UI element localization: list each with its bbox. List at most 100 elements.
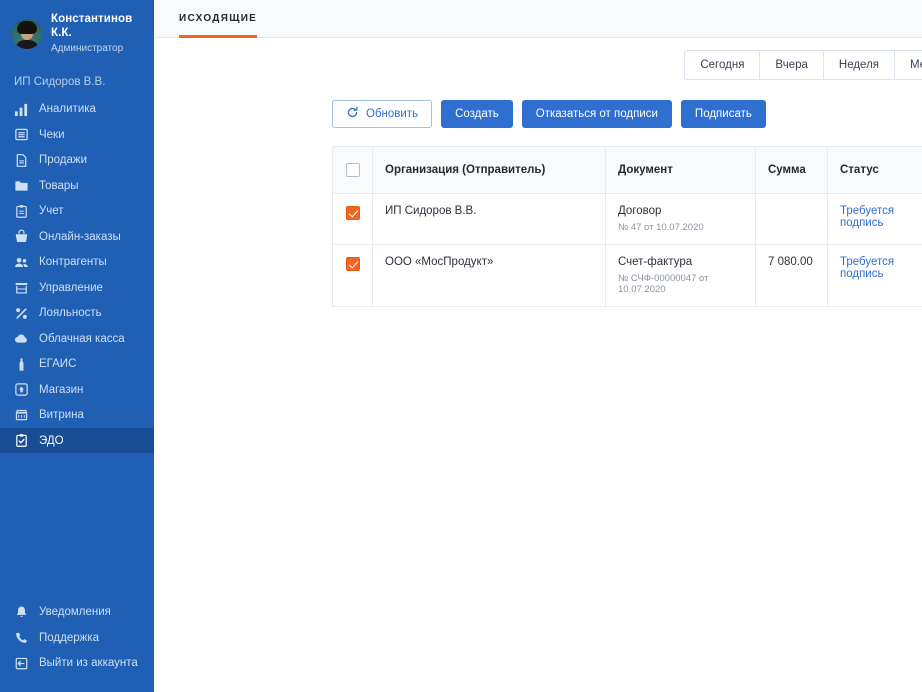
users-icon	[14, 255, 29, 270]
sidebar-nav: Аналитика Чеки Продажи Товары Учет Онлай	[0, 96, 154, 454]
column-header-status[interactable]: Статус	[827, 146, 922, 194]
store-icon	[14, 280, 29, 295]
topbar: ИСХОДЯЩИЕ КЭП	[154, 0, 922, 38]
action-button-bar: Обновить Создать Отказаться от подписи П…	[154, 80, 922, 128]
sidebar-item-management[interactable]: Управление	[0, 275, 154, 301]
sidebar-item-label: Выйти из аккаунта	[39, 657, 138, 670]
clipboard-icon	[14, 204, 29, 219]
app-root: Константинов К.К. Администратор ИП Сидор…	[0, 0, 922, 692]
sidebar-item-analytics[interactable]: Аналитика	[0, 96, 154, 122]
sidebar-item-notifications[interactable]: Уведомления	[0, 600, 154, 626]
row-select-cell	[332, 244, 373, 307]
table-header-row: Организация (Отправитель) Документ Сумма…	[332, 146, 922, 194]
table-body: ИП Сидоров В.В. Договор № 47 от 10.07.20…	[332, 193, 922, 307]
main-content: ИСХОДЯЩИЕ КЭП Сегодня Вчера Неделя Месяц…	[154, 0, 922, 692]
sidebar-item-label: ЭДО	[39, 434, 64, 447]
sidebar-item-label: Витрина	[39, 409, 84, 421]
table-row[interactable]: ИП Сидоров В.В. Договор № 47 от 10.07.20…	[332, 193, 922, 245]
sidebar-item-label: Онлайн-заказы	[39, 230, 121, 243]
sidebar-item-receipts[interactable]: Чеки	[0, 122, 154, 148]
period-filter-row: Сегодня Вчера Неделя Месяц Год	[154, 38, 922, 80]
period-filter-group: Сегодня Вчера Неделя Месяц Год	[684, 50, 922, 80]
basket-icon	[14, 229, 29, 244]
select-all-header	[332, 146, 373, 194]
refresh-button[interactable]: Обновить	[332, 100, 433, 128]
cell-document: Счет-фактура № СЧФ-00000047 от 10.07.202…	[605, 244, 756, 307]
create-button[interactable]: Создать	[441, 100, 513, 128]
cell-sum	[755, 193, 828, 245]
sidebar-item-label: Продажи	[39, 154, 88, 166]
documents-table-wrapper: Организация (Отправитель) Документ Сумма…	[154, 128, 922, 307]
edo-clipboard-icon	[14, 433, 29, 448]
sidebar-bottom-nav: Уведомления Поддержка Выйти из аккаунта	[0, 600, 154, 692]
sidebar-item-support[interactable]: Поддержка	[0, 625, 154, 651]
sidebar-item-edo[interactable]: ЭДО	[0, 427, 154, 454]
cell-organization: ООО «МосПродукт»	[372, 244, 606, 307]
cell-organization: ИП Сидоров В.В.	[372, 193, 606, 245]
sidebar-item-cloud-cashbox[interactable]: Облачная касса	[0, 326, 154, 352]
bottle-icon	[14, 357, 29, 372]
sidebar-item-label: Контрагенты	[39, 256, 107, 268]
sidebar-item-loyalty[interactable]: Лояльность	[0, 300, 154, 326]
period-week[interactable]: Неделя	[823, 51, 896, 79]
decline-signature-button[interactable]: Отказаться от подписи	[521, 100, 672, 128]
receipt-icon	[14, 127, 29, 142]
period-month[interactable]: Месяц	[895, 51, 922, 79]
sidebar-item-label: ЕГАИС	[39, 358, 77, 370]
showcase-icon	[14, 408, 29, 423]
sidebar-item-counterparties[interactable]: Контрагенты	[0, 249, 154, 275]
tab-bar: ИСХОДЯЩИЕ	[154, 0, 258, 38]
refresh-button-label: Обновить	[366, 108, 419, 120]
table-head: Организация (Отправитель) Документ Сумма…	[332, 146, 922, 194]
sidebar-item-label: Уведомления	[39, 606, 111, 619]
org-label: ИП Сидоров В.В.	[14, 76, 106, 89]
sidebar-item-egais[interactable]: ЕГАИС	[0, 351, 154, 377]
period-yesterday[interactable]: Вчера	[760, 51, 824, 79]
sidebar-item-sales[interactable]: Продажи	[0, 147, 154, 173]
documents-table: Организация (Отправитель) Документ Сумма…	[332, 146, 922, 307]
sidebar-item-label: Товары	[39, 179, 79, 192]
status-link[interactable]: Требуется подпись	[840, 256, 894, 280]
column-header-sum[interactable]: Сумма	[755, 146, 828, 194]
column-header-organization[interactable]: Организация (Отправитель)	[372, 146, 606, 194]
status-link[interactable]: Требуется подпись	[840, 205, 894, 229]
sidebar-item-online-orders[interactable]: Онлайн-заказы	[0, 224, 154, 250]
document-title: Договор	[618, 205, 662, 217]
shop-square-icon	[14, 382, 29, 397]
cell-sum: 7 080.00	[755, 244, 828, 307]
cell-status: Требуется подпись	[827, 244, 922, 307]
cell-status: Требуется подпись	[827, 193, 922, 245]
avatar	[12, 18, 42, 49]
bell-icon	[14, 605, 29, 620]
sidebar-item-showcase[interactable]: Витрина	[0, 402, 154, 428]
sidebar-item-shop[interactable]: Магазин	[0, 377, 154, 403]
row-select-cell	[332, 193, 373, 245]
user-name: Константинов К.К.	[51, 13, 133, 40]
column-header-document[interactable]: Документ	[605, 146, 756, 194]
row-checkbox[interactable]	[345, 257, 360, 271]
tab-outgoing[interactable]: ИСХОДЯЩИЕ	[179, 0, 258, 38]
sidebar-item-logout[interactable]: Выйти из аккаунта	[0, 651, 154, 677]
user-profile[interactable]: Константинов К.К. Администратор	[0, 0, 154, 67]
percent-icon	[14, 306, 29, 321]
sidebar-item-label: Поддержка	[39, 631, 99, 644]
document-title: Счет-фактура	[618, 256, 693, 268]
sidebar-item-goods[interactable]: Товары	[0, 173, 154, 199]
logout-icon	[14, 656, 29, 671]
sidebar-item-accounting[interactable]: Учет	[0, 198, 154, 224]
bar-chart-icon	[14, 102, 29, 117]
user-role: Администратор	[51, 42, 124, 54]
phone-icon	[14, 630, 29, 645]
period-today[interactable]: Сегодня	[685, 51, 761, 79]
user-text: Константинов К.К. Администратор	[51, 12, 154, 55]
sidebar-item-label: Облачная касса	[39, 332, 125, 345]
select-all-checkbox[interactable]	[345, 163, 360, 177]
sidebar: Константинов К.К. Администратор ИП Сидор…	[0, 0, 154, 692]
table-row[interactable]: ООО «МосПродукт» Счет-фактура № СЧФ-0000…	[332, 244, 922, 307]
folder-icon	[14, 178, 29, 193]
sidebar-item-label: Лояльность	[39, 307, 102, 319]
document-icon	[14, 153, 29, 168]
document-number: № 47 от 10.07.2020	[618, 222, 704, 233]
row-checkbox[interactable]	[345, 206, 360, 220]
sign-button[interactable]: Подписать	[680, 100, 766, 128]
